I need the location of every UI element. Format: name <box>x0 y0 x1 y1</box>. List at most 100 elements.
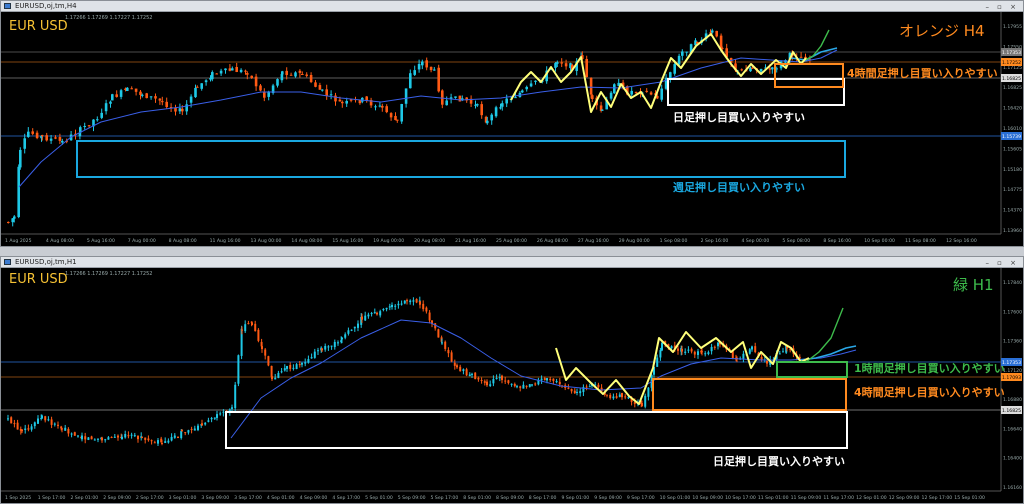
price-tick-label: 1.16400 <box>1003 456 1022 462</box>
time-tick-label: 15 Sep 01:00 <box>954 495 985 501</box>
candle-body <box>174 107 177 112</box>
candle-body <box>263 92 266 98</box>
candle-body <box>513 384 516 387</box>
candle-body <box>613 84 616 94</box>
candle-body <box>693 351 696 355</box>
candle-body <box>459 366 462 372</box>
candle-body <box>178 108 182 112</box>
candle-body <box>213 417 216 419</box>
candle-body <box>113 436 116 438</box>
candle-body <box>531 384 533 386</box>
candle-body <box>280 371 283 373</box>
candle-body <box>713 346 716 348</box>
candle-body <box>644 395 647 407</box>
time-tick-label: 11 Sep 09:00 <box>791 495 822 501</box>
time-tick-label: 2 Sep 16:00 <box>701 238 729 244</box>
candle-body <box>307 359 310 363</box>
candle-body <box>381 105 384 108</box>
candle-body <box>19 149 22 168</box>
chart-window-h4[interactable]: EURUSD,oj,tm,H4 – ▫ × 日足押し目買い入りやすい 週足押し目買… <box>0 0 1024 247</box>
candle-body <box>490 114 493 121</box>
candle-body <box>759 68 763 72</box>
candle-body <box>127 435 130 437</box>
candle-body <box>641 403 643 407</box>
candle-body <box>250 75 253 78</box>
candle-body <box>422 303 425 310</box>
candle-body <box>754 346 757 353</box>
candle-body <box>321 89 324 91</box>
time-tick-label: 20 Aug 08:00 <box>414 238 445 244</box>
time-tick-label: 10 Sep 09:00 <box>692 495 723 501</box>
candle-body <box>627 397 630 399</box>
time-tick-label: 8 Sep 01:00 <box>463 495 491 501</box>
candle-body <box>585 386 588 388</box>
candle-body <box>474 372 477 380</box>
window-titlebar[interactable]: EURUSD,oj,tm,H1 – ▫ × <box>1 257 1023 268</box>
candle-body <box>216 414 218 418</box>
candle-body <box>197 425 199 431</box>
candle-body <box>687 349 690 351</box>
candle-body <box>189 96 193 103</box>
candle-body <box>219 413 222 415</box>
window-title: EURUSD,oj,tm,H1 <box>15 258 77 266</box>
candle-body <box>483 381 486 383</box>
candle-body <box>707 352 710 355</box>
candle-body <box>347 330 350 334</box>
time-tick-label: 3 Sep 01:00 <box>169 495 197 501</box>
candle-body <box>130 434 133 436</box>
candlestick-chart-h1[interactable]: 日足押し目買い入りやすい 4時間足押し目買い入りやすい 1時間足押し目買い入りやすい… <box>1 268 1023 503</box>
candle-body <box>400 103 403 122</box>
candle-body <box>147 438 150 441</box>
chart-icon <box>4 259 11 265</box>
candle-body <box>50 419 53 425</box>
candle-body <box>130 88 133 90</box>
candle-body <box>766 360 768 364</box>
time-tick-label: 1 Sep 2025 <box>5 495 31 501</box>
candle-body <box>413 70 416 75</box>
price-tick-label: 1.13960 <box>1003 228 1022 234</box>
timeframe-label: オレンジ H4 <box>899 22 985 40</box>
candle-body <box>327 346 330 348</box>
candle-body <box>376 312 378 315</box>
time-tick-label: 8 Sep 09:00 <box>496 495 524 501</box>
candle-body <box>534 383 537 385</box>
candle-body <box>77 435 79 437</box>
window-titlebar[interactable]: EURUSD,oj,tm,H4 – ▫ × <box>1 1 1023 12</box>
price-tag-high: 1.17353 <box>1002 50 1021 56</box>
candle-body <box>361 316 363 320</box>
candle-body <box>661 342 663 351</box>
candle-body <box>251 322 253 326</box>
chart-window-h1[interactable]: EURUSD,oj,tm,H1 – ▫ × 日足押し目買い入りやすい 4時間足押し… <box>0 256 1024 504</box>
candle-body <box>647 387 650 397</box>
time-tick-label: 11 Aug 16:00 <box>210 238 241 244</box>
candle-body <box>54 137 57 139</box>
daily-zone-box <box>667 78 845 106</box>
time-tick-label: 25 Aug 00:00 <box>496 238 527 244</box>
candle-body <box>715 30 718 37</box>
candle-body <box>110 436 113 438</box>
price-tick-label: 1.17120 <box>1003 368 1022 374</box>
price-tick-label: 1.15605 <box>1003 146 1022 152</box>
ohlc-readout: 1.17266 1.17269 1.17227 1.17252 <box>65 15 153 21</box>
time-tick-label: 8 Aug 08:00 <box>169 238 197 244</box>
candle-body <box>656 357 659 367</box>
candle-body <box>556 62 559 64</box>
candle-body <box>591 95 594 100</box>
candle-body <box>454 96 457 98</box>
candle-body <box>334 95 337 102</box>
daily-zone-box <box>225 411 848 449</box>
candle-body <box>181 108 184 112</box>
price-tick-label: 1.17360 <box>1003 339 1022 345</box>
time-tick-label: 10 Sep 17:00 <box>725 495 756 501</box>
candle-body <box>350 329 353 331</box>
price-tag-current: 1.17252 <box>1002 60 1021 66</box>
ohlc-readout: 1.17266 1.17269 1.17227 1.17252 <box>65 271 153 277</box>
candle-body <box>187 430 190 433</box>
candle-body <box>222 411 225 413</box>
candle-body <box>201 423 203 426</box>
candle-body <box>409 300 412 303</box>
h4-zone-box <box>652 378 847 411</box>
price-tick-label: 1.15180 <box>1003 167 1022 173</box>
candlestick-chart-h4[interactable]: 日足押し目買い入りやすい週足押し目買い入りやすい 4時間足押し目買い入りやすい 1.… <box>1 12 1023 246</box>
candle-body <box>10 417 13 424</box>
